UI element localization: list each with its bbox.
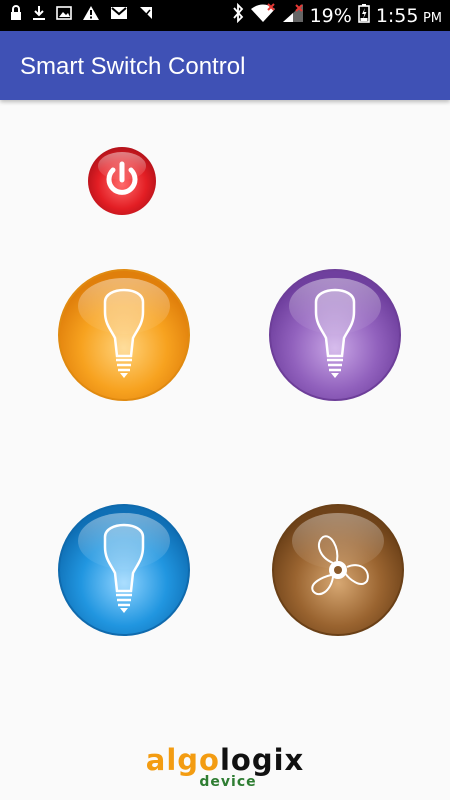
check-icon — [138, 5, 154, 26]
light-switch-1-button[interactable] — [57, 268, 191, 402]
bluetooth-icon — [232, 2, 244, 28]
image-icon — [56, 5, 72, 26]
clock-ampm: PM — [422, 10, 442, 26]
battery-icon — [358, 3, 370, 28]
download-icon — [32, 5, 46, 26]
app-bar: Smart Switch Control — [0, 31, 450, 100]
fan-switch-button[interactable] — [271, 503, 405, 637]
page-title: Smart Switch Control — [20, 53, 246, 80]
status-bar: 19% 1:55 PM — [0, 0, 450, 31]
system-icons: 19% 1:55 PM — [232, 2, 442, 28]
notification-icons — [10, 5, 154, 26]
light-switch-3-button[interactable] — [57, 503, 191, 637]
logo-algo-text: algo — [145, 743, 220, 777]
algologix-logo: algologix device — [0, 745, 450, 789]
signal-icon — [282, 3, 304, 28]
warning-icon — [82, 5, 100, 26]
power-button[interactable] — [87, 146, 157, 216]
gmail-icon — [110, 5, 128, 26]
logo-logix-text: logix — [219, 743, 305, 777]
battery-percent: 19% — [309, 4, 352, 27]
clock-time: 1:55 — [375, 4, 419, 27]
logo-device-text: device — [199, 774, 257, 790]
wifi-icon — [250, 3, 276, 28]
light-switch-2-button[interactable] — [268, 268, 402, 402]
lock-icon — [10, 5, 22, 26]
